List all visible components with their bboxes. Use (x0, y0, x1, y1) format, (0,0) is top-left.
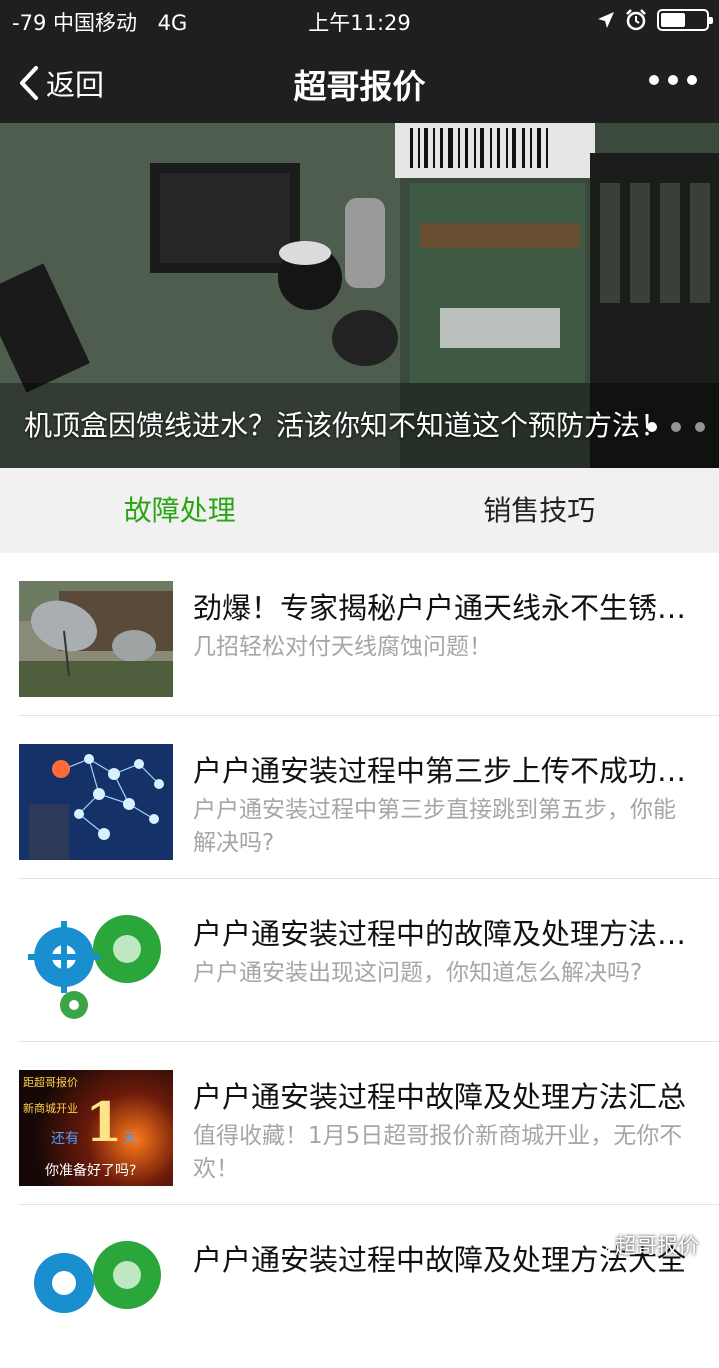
tab-fault-handling[interactable]: 故障处理 (0, 468, 360, 553)
more-icon-dot (687, 75, 697, 85)
poster-line3: 你准备好了吗? (45, 1160, 136, 1180)
list-item[interactable]: 距超哥报价 新商城开业 还有 1 天 你准备好了吗? 户户通安装过程中故障及处理… (0, 1042, 719, 1205)
countdown-poster: 距超哥报价 新商城开业 还有 1 天 你准备好了吗? (19, 1070, 173, 1186)
list-item[interactable]: 劲爆！专家揭秘户户通天线永不生锈的方法 几招轻松对付天线腐蚀问题！ (0, 553, 719, 716)
gears-image (19, 907, 173, 1023)
article-desc: 户户通安装过程中第三步直接跳到第五步，你能解决吗? (193, 794, 693, 860)
article-thumbnail (19, 581, 173, 697)
banner-caption: 机顶盒因馈线进水？活该你知不知道这个预防方法！ (24, 404, 668, 444)
network-nodes-image (19, 744, 173, 860)
carousel-dot[interactable] (671, 422, 681, 432)
watermark-text: 超哥报价 (615, 1230, 699, 1260)
alarm-icon (625, 9, 647, 31)
more-icon-dot (668, 75, 678, 85)
poster-suffix: 天 (123, 1128, 137, 1148)
gears-image (19, 1233, 173, 1349)
more-icon (649, 75, 659, 85)
article-desc: 值得收藏！1月5日超哥报价新商城开业，无你不欢！ (193, 1120, 693, 1186)
satellite-dish-image (19, 581, 173, 697)
carousel-dots (647, 422, 705, 432)
status-right (597, 9, 709, 31)
tab-sales-tips[interactable]: 销售技巧 (360, 468, 719, 553)
article-desc: 几招轻松对付天线腐蚀问题！ (193, 631, 693, 664)
location-arrow-icon (597, 11, 615, 29)
poster-line1: 距超哥报价 (23, 1074, 78, 1090)
poster-number: 1 (85, 1090, 123, 1154)
article-title: 户户通安装过程中的故障及处理方法大全 (193, 911, 693, 953)
article-thumbnail (19, 744, 173, 860)
carousel-dot[interactable] (695, 422, 705, 432)
wechat-icon (587, 1236, 609, 1254)
poster-line2: 新商城开业 (23, 1100, 78, 1116)
list-item[interactable]: 户户通安装过程中的故障及处理方法大全 户户通安装出现这问题，你知道怎么解决吗? (0, 879, 719, 1042)
article-title: 户户通安装过程中第三步上传不成功怎么办 (193, 748, 693, 790)
banner-carousel[interactable]: 机顶盒因馈线进水？活该你知不知道这个预防方法！ (0, 123, 719, 468)
carousel-dot[interactable] (647, 422, 657, 432)
article-title: 劲爆！专家揭秘户户通天线永不生锈的方法 (193, 585, 693, 627)
article-title: 户户通安装过程中故障及处理方法汇总 (193, 1074, 693, 1116)
watermark: 超哥报价 (587, 1230, 699, 1260)
article-thumbnail (19, 1233, 173, 1349)
poster-prefix: 还有 (51, 1128, 79, 1148)
page-title: 超哥报价 (0, 60, 719, 108)
list-item[interactable]: 户户通安装过程中第三步上传不成功怎么办 户户通安装过程中第三步直接跳到第五步，你… (0, 716, 719, 879)
article-thumbnail: 距超哥报价 新商城开业 还有 1 天 你准备好了吗? (19, 1070, 173, 1186)
article-desc: 户户通安装出现这问题，你知道怎么解决吗? (193, 957, 693, 990)
battery-icon (657, 9, 709, 31)
article-thumbnail (19, 907, 173, 1023)
more-button[interactable] (649, 70, 697, 90)
nav-bar: 返回 超哥报价 (0, 40, 719, 123)
status-bar: -79 中国移动 4G 上午11:29 (0, 0, 719, 40)
category-tabs: 故障处理 销售技巧 (0, 468, 719, 553)
